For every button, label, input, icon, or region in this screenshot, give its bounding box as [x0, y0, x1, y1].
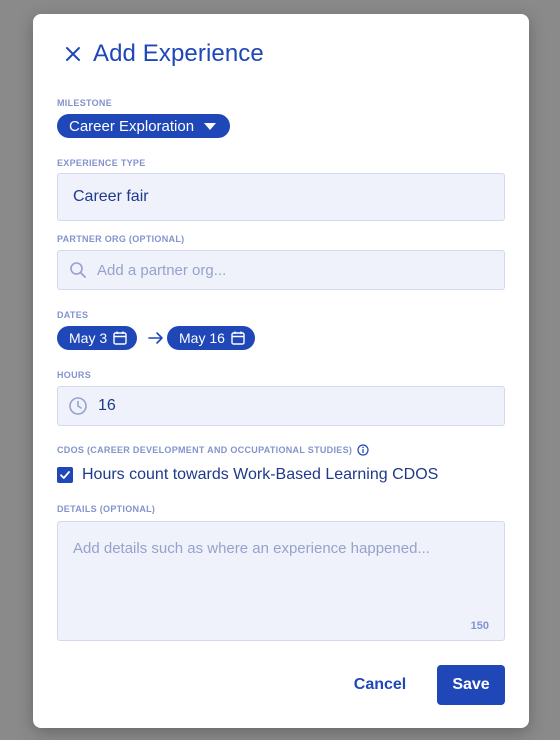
hours-label: HOURS [57, 370, 92, 380]
partner-org-placeholder: Add a partner org... [97, 261, 227, 279]
details-textarea[interactable]: Add details such as where an experience … [57, 521, 505, 641]
dialog-header: Add Experience [61, 40, 264, 68]
experience-type-field[interactable]: Career fair [57, 173, 505, 221]
save-button[interactable]: Save [437, 665, 505, 705]
partner-org-search-input[interactable]: Add a partner org... [57, 250, 505, 290]
cdos-label-text: CDOS (CAREER DEVELOPMENT AND OCCUPATIONA… [57, 445, 353, 455]
dialog-title: Add Experience [93, 40, 264, 67]
hours-input[interactable]: 16 [57, 386, 505, 426]
checkmark-icon [60, 471, 70, 479]
details-placeholder: Add details such as where an experience … [73, 540, 430, 557]
details-label: DETAILS (OPTIONAL) [57, 504, 156, 514]
end-date-value: May 16 [179, 330, 225, 346]
end-date-button[interactable]: May 16 [167, 326, 255, 350]
milestone-label: MILESTONE [57, 98, 113, 108]
cdos-checkbox-label: Hours count towards Work-Based Learning … [82, 466, 439, 483]
clock-icon [69, 397, 87, 415]
cancel-button[interactable]: Cancel [349, 665, 411, 705]
cdos-label: CDOS (CAREER DEVELOPMENT AND OCCUPATIONA… [57, 444, 369, 456]
character-counter: 150 [470, 620, 489, 632]
close-button[interactable] [61, 42, 85, 66]
dates-label: DATES [57, 310, 89, 320]
start-date-button[interactable]: May 3 [57, 326, 138, 350]
calendar-icon [113, 331, 127, 345]
experience-type-label: EXPERIENCE TYPE [57, 158, 146, 168]
close-icon [66, 47, 80, 61]
arrow-right-icon [148, 332, 163, 344]
partner-org-label: PARTNER ORG (OPTIONAL) [57, 234, 185, 244]
calendar-icon [231, 331, 245, 345]
cdos-checkbox-row[interactable]: Hours count towards Work-Based Learning … [57, 466, 438, 484]
cdos-checkbox[interactable] [57, 467, 73, 483]
info-icon[interactable] [357, 444, 369, 456]
add-experience-dialog: Add Experience MILESTONE Career Explorat… [33, 14, 529, 728]
caret-down-icon [204, 122, 217, 130]
experience-type-value: Career fair [73, 188, 149, 205]
start-date-value: May 3 [69, 330, 108, 346]
hours-value: 16 [98, 397, 116, 414]
milestone-value: Career Exploration [69, 117, 195, 135]
milestone-dropdown[interactable]: Career Exploration [57, 114, 231, 138]
search-icon [70, 262, 86, 278]
